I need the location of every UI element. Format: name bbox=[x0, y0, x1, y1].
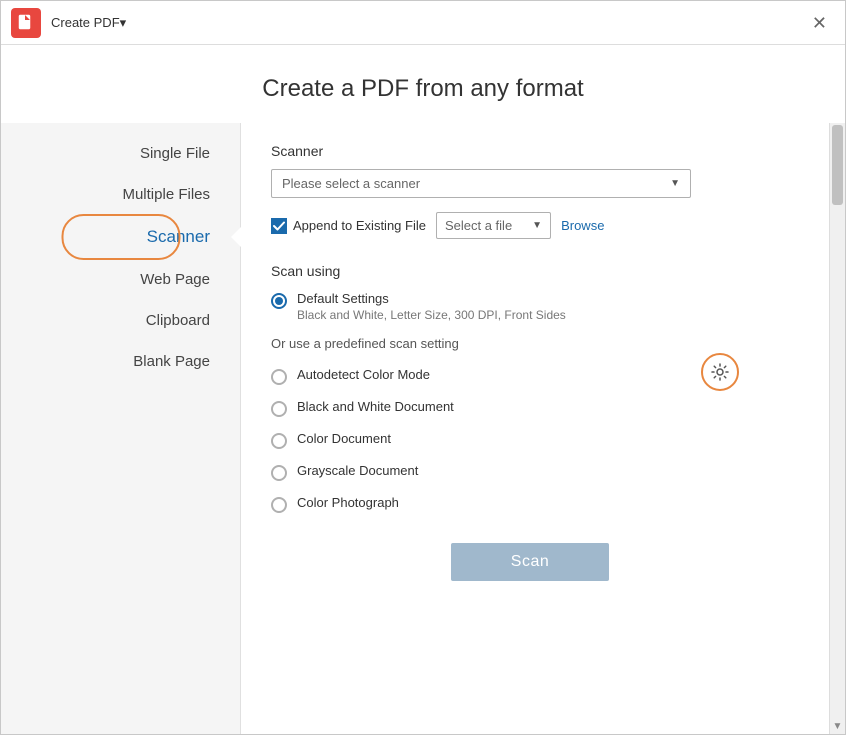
scrollbar[interactable]: ▲ ▼ bbox=[829, 123, 845, 734]
default-settings-text: Default Settings Black and White, Letter… bbox=[297, 291, 566, 322]
sidebar-item-scanner[interactable]: Scanner bbox=[1, 215, 240, 259]
scanner-dropdown[interactable]: Please select a scanner ▼ bbox=[271, 169, 691, 198]
autodetect-radio[interactable] bbox=[271, 369, 287, 385]
sidebar-item-clipboard[interactable]: Clipboard bbox=[1, 300, 240, 341]
grayscale-document-radio[interactable] bbox=[271, 465, 287, 481]
predefined-label: Or use a predefined scan setting bbox=[271, 336, 789, 351]
gear-icon[interactable] bbox=[701, 353, 739, 391]
append-label: Append to Existing File bbox=[293, 218, 426, 233]
sidebar-item-blank-page[interactable]: Blank Page bbox=[1, 341, 240, 382]
close-button[interactable]: ✕ bbox=[804, 10, 835, 36]
grayscale-document-option[interactable]: Grayscale Document bbox=[271, 463, 789, 481]
color-document-option[interactable]: Color Document bbox=[271, 431, 789, 449]
color-photograph-label: Color Photograph bbox=[297, 495, 399, 510]
scan-using-label: Scan using bbox=[271, 263, 789, 279]
default-settings-option[interactable]: Default Settings Black and White, Letter… bbox=[271, 291, 789, 322]
sidebar-item-single-file[interactable]: Single File bbox=[1, 133, 240, 174]
default-settings-label: Default Settings bbox=[297, 291, 566, 306]
titlebar: Create PDF▾ ✕ bbox=[1, 1, 845, 45]
main-panel: Scanner Please select a scanner ▼ App bbox=[241, 123, 829, 734]
bw-document-option[interactable]: Black and White Document bbox=[271, 399, 789, 417]
scrollbar-thumb[interactable] bbox=[832, 125, 843, 205]
scanner-dropdown-arrow: ▼ bbox=[670, 178, 680, 189]
default-settings-radio[interactable] bbox=[271, 293, 287, 309]
window-title: Create PDF▾ bbox=[51, 15, 804, 31]
append-checkbox-wrapper[interactable]: Append to Existing File bbox=[271, 218, 426, 234]
bw-document-label: Black and White Document bbox=[297, 399, 454, 414]
file-dropdown-value: Select a file bbox=[445, 218, 512, 233]
file-dropdown[interactable]: Select a file ▼ bbox=[436, 212, 551, 239]
color-document-radio[interactable] bbox=[271, 433, 287, 449]
scanner-dropdown-value: Please select a scanner bbox=[282, 176, 420, 191]
app-icon bbox=[11, 8, 41, 38]
content-area: Single File Multiple Files Scanner Web P… bbox=[1, 123, 845, 734]
file-dropdown-arrow: ▼ bbox=[532, 220, 542, 231]
bw-document-radio[interactable] bbox=[271, 401, 287, 417]
scan-button[interactable]: Scan bbox=[451, 543, 609, 581]
default-settings-desc: Black and White, Letter Size, 300 DPI, F… bbox=[297, 308, 566, 322]
scrollbar-down-arrow[interactable]: ▼ bbox=[830, 718, 845, 734]
color-photograph-option[interactable]: Color Photograph bbox=[271, 495, 789, 513]
main-content: Create a PDF from any format Single File… bbox=[1, 45, 845, 734]
autodetect-label: Autodetect Color Mode bbox=[297, 367, 430, 382]
sidebar-item-multiple-files[interactable]: Multiple Files bbox=[1, 174, 240, 215]
color-document-label: Color Document bbox=[297, 431, 391, 446]
grayscale-document-label: Grayscale Document bbox=[297, 463, 418, 478]
sidebar-item-web-page[interactable]: Web Page bbox=[1, 259, 240, 300]
color-photograph-radio[interactable] bbox=[271, 497, 287, 513]
browse-link[interactable]: Browse bbox=[561, 218, 604, 233]
sidebar: Single File Multiple Files Scanner Web P… bbox=[1, 123, 241, 734]
page-heading: Create a PDF from any format bbox=[1, 45, 845, 123]
append-checkbox[interactable] bbox=[271, 218, 287, 234]
main-window: Create PDF▾ ✕ Create a PDF from any form… bbox=[0, 0, 846, 735]
scan-using-section: Scan using Default Settings Black and Wh… bbox=[271, 263, 789, 322]
scanner-section-label: Scanner bbox=[271, 143, 789, 159]
append-row: Append to Existing File Select a file ▼ … bbox=[271, 212, 789, 239]
